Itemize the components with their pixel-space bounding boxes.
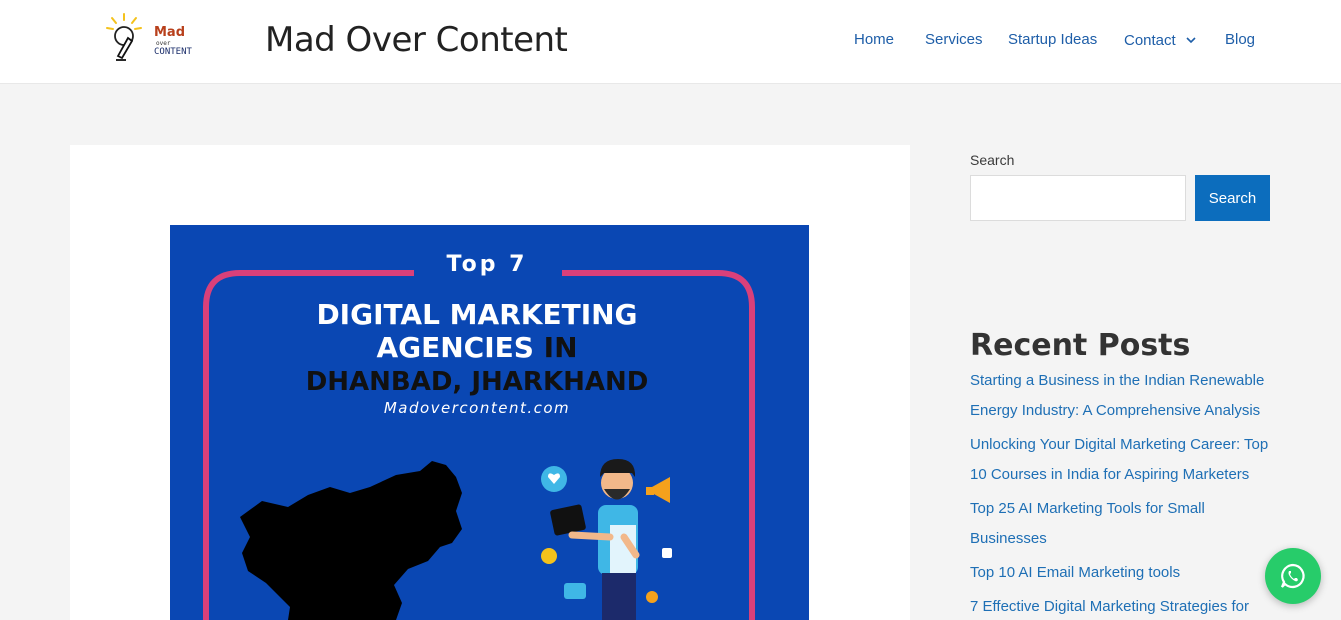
featured-line1: DIGITAL MARKETING <box>316 298 637 331</box>
nav-home[interactable]: Home <box>854 30 894 50</box>
featured-site: Madovercontent.com <box>384 399 570 417</box>
featured-line3: DHANBAD, JHARKHAND <box>306 367 649 397</box>
recent-post-link[interactable]: 7 Effective Digital Marketing Strategies… <box>970 592 1275 620</box>
recent-post-link[interactable]: Unlocking Your Digital Marketing Career:… <box>970 430 1275 490</box>
recent-post-link[interactable]: Top 25 AI Marketing Tools for Small Busi… <box>970 494 1275 554</box>
featured-line2-a: AGENCIES <box>376 331 533 364</box>
featured-kicker: Top 7 <box>447 252 528 277</box>
recent-posts-title: Recent Posts <box>970 328 1191 363</box>
recent-post-link[interactable]: Starting a Business in the Indian Renewa… <box>970 366 1275 426</box>
nav-blog[interactable]: Blog <box>1225 30 1255 50</box>
nav-contact-label: Contact <box>1124 32 1176 49</box>
nav-contact[interactable]: Contact <box>1124 30 1196 51</box>
recent-posts-list: Starting a Business in the Indian Renewa… <box>970 366 1275 620</box>
nav-services[interactable]: Services <box>925 30 983 50</box>
nav-startup-ideas[interactable]: Startup Ideas <box>1008 30 1097 50</box>
featured-line2-b: IN <box>534 331 578 364</box>
recent-post-link[interactable]: Top 10 AI Email Marketing tools <box>970 558 1275 588</box>
whatsapp-chat-button[interactable] <box>1265 548 1321 604</box>
featured-image[interactable]: Top 7 DIGITAL MARKETING AGENCIES IN DHAN… <box>170 225 809 620</box>
search-button[interactable]: Search <box>1195 175 1270 221</box>
main-nav: Home Services Startup Ideas Contact Blog <box>0 30 1341 52</box>
site-header: Mad over CONTENT Mad Over Content Home S… <box>0 0 1341 84</box>
chevron-down-icon[interactable] <box>1186 30 1196 50</box>
whatsapp-icon <box>1280 563 1305 589</box>
featured-line2: AGENCIES IN <box>376 331 577 364</box>
search-label: Search <box>970 152 1015 168</box>
search-input[interactable] <box>970 175 1186 221</box>
